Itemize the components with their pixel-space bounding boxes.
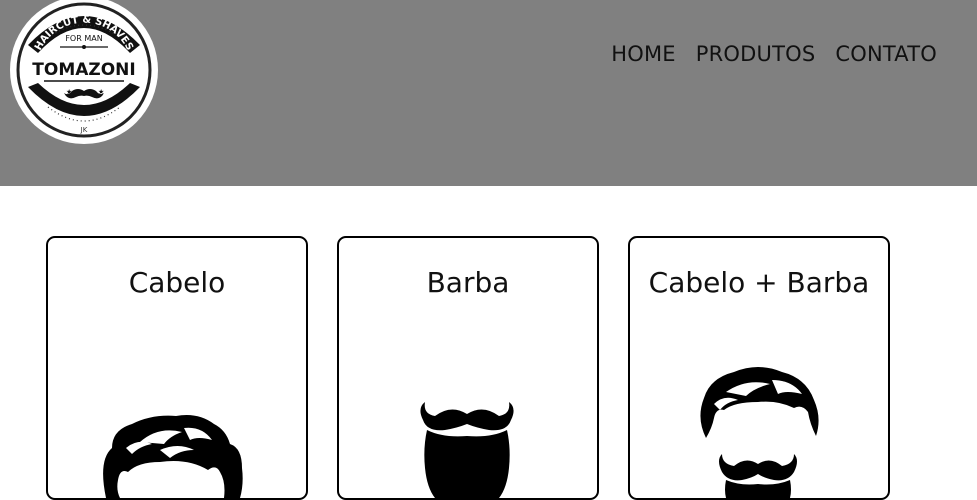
nav-home-link[interactable]: HOME: [611, 42, 676, 66]
logo-sub-text: FOR MAN: [65, 34, 102, 43]
service-card-cabelo[interactable]: Cabelo: [46, 236, 308, 500]
logo-bottom-mark: JK: [80, 126, 88, 134]
main-nav: HOME PRODUTOS CONTATO: [611, 42, 937, 66]
site-header: HAIRCUT & SHAVES FOR MAN TOMAZONI ★ ★ JK…: [0, 0, 977, 186]
svg-text:★: ★: [66, 88, 72, 96]
logo-brand-text: TOMAZONI: [32, 60, 135, 80]
card-title: Barba: [426, 266, 510, 299]
service-card-barba[interactable]: Barba: [337, 236, 599, 500]
card-title: Cabelo + Barba: [648, 266, 870, 299]
svg-text:★: ★: [98, 88, 104, 96]
card-title: Cabelo: [128, 266, 226, 299]
beard-icon: [339, 388, 597, 498]
hair-icon: [48, 388, 306, 498]
service-card-cabelo-barba[interactable]: Cabelo + Barba: [628, 236, 890, 500]
tomazoni-logo[interactable]: HAIRCUT & SHAVES FOR MAN TOMAZONI ★ ★ JK: [8, 0, 160, 145]
hair-beard-icon: [630, 348, 888, 498]
nav-produtos-link[interactable]: PRODUTOS: [696, 42, 816, 66]
nav-contato-link[interactable]: CONTATO: [835, 42, 937, 66]
